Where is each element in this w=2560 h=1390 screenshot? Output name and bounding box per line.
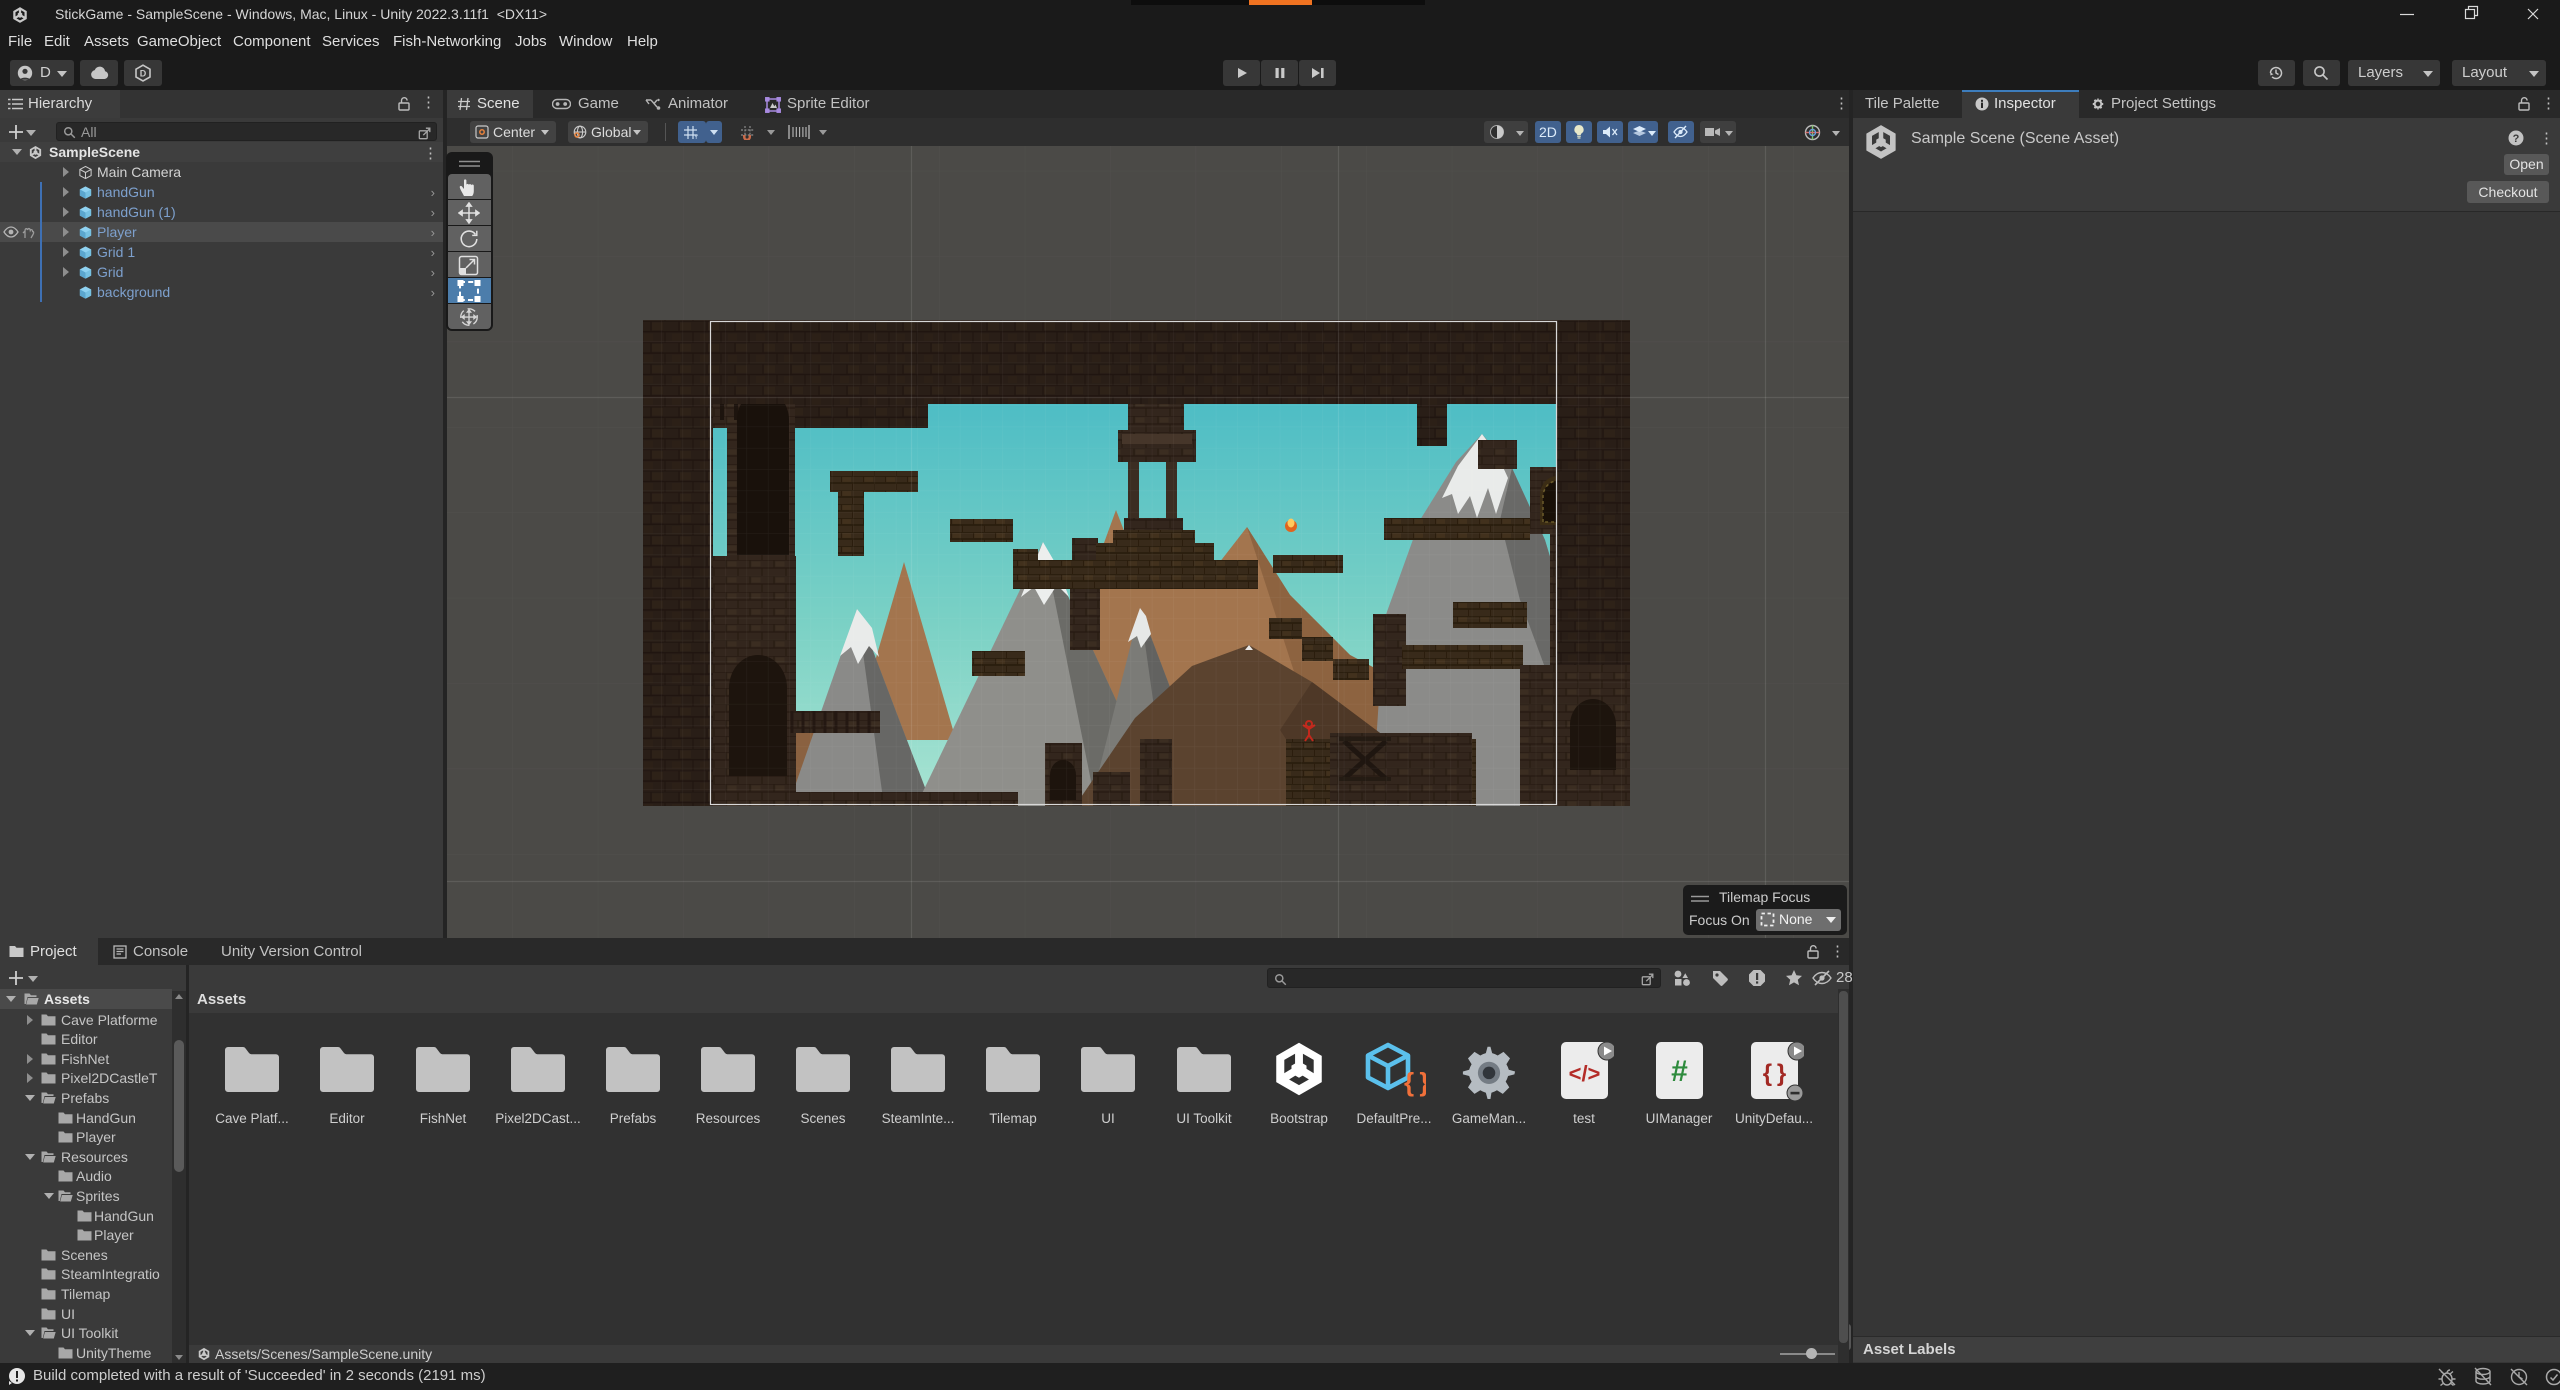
svg-text:{ }: { } <box>1763 1060 1786 1087</box>
svg-text:Y: Y <box>694 134 698 140</box>
svg-text:D: D <box>140 69 147 79</box>
svg-text:</>: </> <box>1569 1061 1601 1086</box>
svg-text:{ }: { } <box>1404 1067 1426 1097</box>
svg-text:#: # <box>1671 1055 1688 1088</box>
svg-text:?: ? <box>2513 133 2520 145</box>
